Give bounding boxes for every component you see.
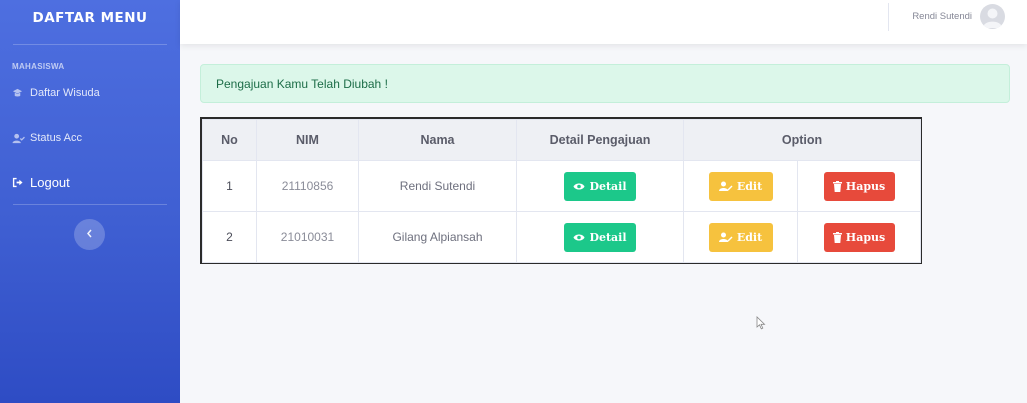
- sidebar-item-label: Logout: [30, 174, 70, 190]
- eye-icon: [573, 233, 585, 242]
- sign-out-icon: [12, 177, 30, 188]
- sidebar: DAFTAR MENU MAHASISWA Daftar Wisuda Stat…: [0, 0, 180, 403]
- user-check-icon: [12, 133, 30, 144]
- cell-no: 2: [202, 211, 257, 263]
- sidebar-heading: MAHASISWA: [12, 62, 65, 71]
- column-header-nim: NIM: [256, 119, 359, 161]
- trash-icon: [832, 180, 842, 192]
- edit-button-label: Edit: [736, 230, 763, 244]
- cell-hapus: Hapus: [796, 160, 922, 212]
- alert-message: Pengajuan Kamu Telah Diubah !: [216, 76, 388, 91]
- detail-button-label: Detail: [589, 230, 627, 244]
- detail-button[interactable]: Detail: [564, 222, 636, 252]
- cell-edit: Edit: [683, 211, 798, 263]
- hapus-button[interactable]: Hapus: [823, 171, 895, 201]
- column-header-detail: Detail Pengajuan: [516, 119, 684, 161]
- success-alert: Pengajuan Kamu Telah Diubah !: [200, 64, 1010, 103]
- edit-button[interactable]: Edit: [708, 171, 773, 201]
- column-header-no: No: [202, 119, 257, 161]
- cell-hapus: Hapus: [796, 211, 922, 263]
- cell-nama: Rendi Sutendi: [358, 160, 517, 212]
- sidebar-item-label: Status Acc: [30, 132, 82, 144]
- hapus-button[interactable]: Hapus: [823, 222, 895, 252]
- user-name[interactable]: Rendi Sutendi: [912, 11, 972, 22]
- sidebar-toggle-button[interactable]: [74, 219, 105, 250]
- hapus-button-label: Hapus: [845, 179, 886, 193]
- eye-icon: [573, 182, 585, 191]
- edit-button-label: Edit: [736, 179, 763, 193]
- trash-icon: [832, 231, 842, 243]
- sidebar-divider: [13, 204, 167, 205]
- cell-no: 1: [202, 160, 257, 212]
- topbar-divider: [888, 3, 889, 31]
- sidebar-item-daftar-wisuda[interactable]: Daftar Wisuda: [0, 83, 180, 103]
- sidebar-item-status-acc[interactable]: Status Acc: [0, 128, 180, 148]
- cell-nim: 21110856: [256, 160, 359, 212]
- cell-nim: 21010031: [256, 211, 359, 263]
- edit-button[interactable]: Edit: [708, 222, 773, 252]
- column-header-nama: Nama: [358, 119, 517, 161]
- chevron-left-icon: [86, 229, 93, 241]
- cell-nama: Gilang Alpiansah: [358, 211, 517, 263]
- mouse-cursor-icon: [756, 316, 766, 335]
- sidebar-item-label: Daftar Wisuda: [30, 87, 100, 99]
- sidebar-item-logout[interactable]: Logout: [0, 172, 180, 192]
- sidebar-brand[interactable]: DAFTAR MENU: [0, 0, 180, 36]
- user-edit-icon: [718, 181, 733, 191]
- graduation-icon: [12, 88, 30, 99]
- cell-detail: Detail: [516, 211, 684, 263]
- table-row: 1 21110856 Rendi Sutendi Detail Edit Hap…: [202, 160, 922, 212]
- table-row: 2 21010031 Gilang Alpiansah Detail Edit: [202, 211, 922, 263]
- detail-button[interactable]: Detail: [564, 171, 636, 201]
- cell-detail: Detail: [516, 160, 684, 212]
- pengajuan-table: No NIM Nama Detail Pengajuan Option 1 21…: [200, 117, 922, 264]
- cell-edit: Edit: [683, 160, 798, 212]
- user-edit-icon: [718, 232, 733, 242]
- column-header-option: Option: [682, 119, 922, 161]
- table-header-row: No NIM Nama Detail Pengajuan Option: [202, 119, 922, 161]
- topbar: Rendi Sutendi: [180, 0, 1027, 44]
- hapus-button-label: Hapus: [845, 230, 886, 244]
- detail-button-label: Detail: [589, 179, 627, 193]
- user-avatar-icon[interactable]: [980, 4, 1005, 29]
